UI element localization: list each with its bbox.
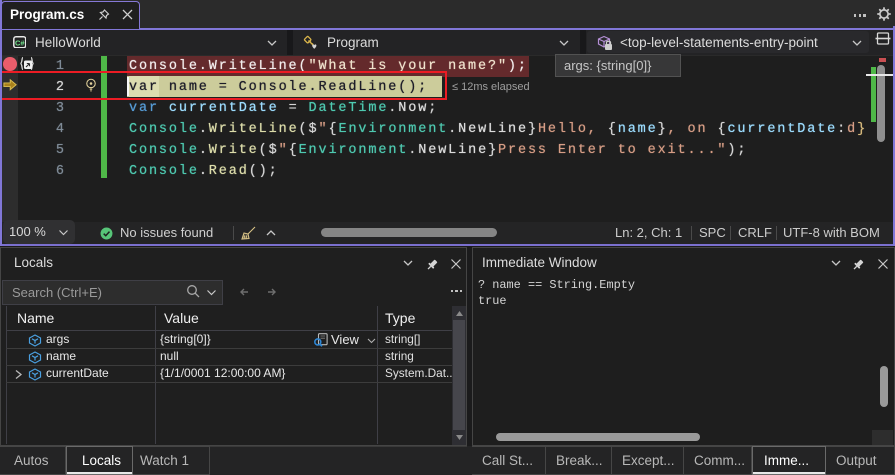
svg-text:C#: C# <box>14 38 24 47</box>
